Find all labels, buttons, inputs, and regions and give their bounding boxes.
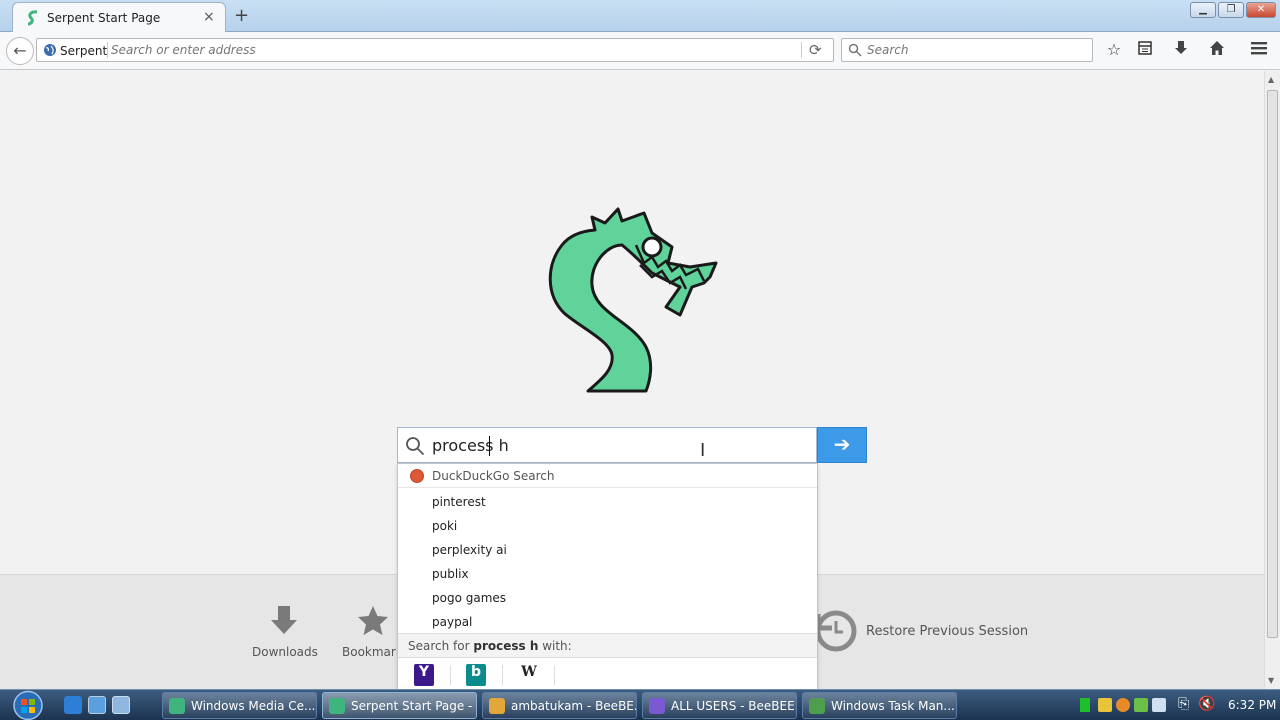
engine-divider: [554, 665, 555, 685]
downloads-launcher[interactable]: Downloads: [252, 604, 318, 659]
bookmarks-menu-icon[interactable]: [1133, 40, 1157, 62]
start-page-search-form: process h ➔: [397, 427, 867, 463]
volume-muted-icon[interactable]: 🔇: [1198, 696, 1215, 712]
restore-session-label: Restore Previous Session: [866, 624, 1029, 639]
suggestion-item[interactable]: paypal: [432, 615, 472, 629]
identity-divider: [107, 42, 108, 58]
switch-windows-icon[interactable]: [112, 696, 130, 714]
back-button[interactable]: ←: [6, 37, 34, 65]
bookmarks-launcher[interactable]: Bookmark: [342, 604, 403, 659]
taskbar-button-label: ambatukam - BeeBE...: [511, 699, 637, 713]
network-meter-icon[interactable]: [1080, 698, 1090, 712]
taskbar-button[interactable]: Windows Media Ce...: [162, 692, 317, 719]
taskbar-button-label: Windows Media Ce...: [191, 699, 316, 713]
scroll-down-arrow-icon[interactable]: ▼: [1268, 676, 1274, 685]
taskbar-button[interactable]: ambatukam - BeeBE...: [482, 692, 637, 719]
tab-strip: Serpent Start Page × + ▁ ❐ ✕: [0, 0, 1280, 33]
search-for-with-row: Search for process h with:: [398, 633, 817, 658]
search-for-term: process h: [473, 639, 539, 653]
start-page-search-input[interactable]: process h: [397, 427, 817, 463]
bookmarks-label: Bookmark: [342, 645, 403, 659]
system-tray: ⎘ 🔇 6:32 PM: [1078, 690, 1280, 720]
serpent-logo-icon: [548, 207, 718, 393]
tray-app-icon[interactable]: [1152, 698, 1166, 712]
tab-serpent-start-page[interactable]: Serpent Start Page ×: [12, 2, 226, 33]
users-app-icon: [649, 698, 665, 714]
search-for-prefix: Search for: [408, 639, 474, 653]
restore-session-icon: [815, 610, 857, 652]
taskbar-button[interactable]: Windows Task Man...: [802, 692, 957, 719]
engine-divider: [450, 665, 451, 685]
downloads-icon[interactable]: [1169, 40, 1193, 62]
serpent-favicon-icon: [27, 10, 38, 26]
new-tab-button[interactable]: +: [234, 5, 249, 26]
serpent-app-icon: [169, 698, 185, 714]
taskbar-button-label: Windows Task Man...: [831, 699, 955, 713]
taskbar-button[interactable]: ALL USERS - BeeBEE...: [642, 692, 797, 719]
address-bar[interactable]: Serpent ⟳: [36, 38, 834, 62]
site-identity-label: Serpent: [60, 44, 108, 58]
reload-icon[interactable]: ⟳: [809, 41, 822, 59]
globe-icon: [44, 44, 56, 56]
security-shield-icon[interactable]: [1116, 698, 1130, 712]
tray-app-icon[interactable]: [1098, 698, 1112, 712]
taskbar-button-label: ALL USERS - BeeBEE...: [671, 699, 797, 713]
search-icon: [406, 437, 425, 456]
search-bar[interactable]: [841, 38, 1093, 62]
show-desktop-icon[interactable]: [88, 696, 106, 714]
search-for-suffix: with:: [538, 639, 572, 653]
restore-window-button[interactable]: ❐: [1218, 2, 1244, 18]
close-window-button[interactable]: ✕: [1246, 2, 1276, 18]
text-cursor-icon: I: [700, 440, 706, 461]
suggestion-item[interactable]: publix: [432, 567, 469, 581]
taskbar-button-active[interactable]: Serpent Start Page - ...: [322, 692, 477, 719]
bookmarks-launcher-icon: [358, 606, 388, 635]
taskbar-button-label: Serpent Start Page - ...: [351, 699, 477, 713]
task-manager-app-icon: [809, 698, 825, 714]
reload-divider: [801, 42, 802, 58]
scrollbar-thumb[interactable]: [1267, 90, 1278, 638]
duckduckgo-icon: [410, 469, 424, 483]
downloads-launcher-icon: [271, 606, 297, 634]
suggestion-item[interactable]: pinterest: [432, 495, 486, 509]
suggestion-item[interactable]: pogo games: [432, 591, 506, 605]
taskbar-clock[interactable]: 6:32 PM: [1228, 698, 1276, 712]
bookmark-star-icon[interactable]: ☆: [1102, 40, 1126, 62]
minimize-button[interactable]: ▁: [1190, 2, 1216, 18]
tab-title: Serpent Start Page: [47, 11, 161, 25]
address-input[interactable]: [111, 43, 771, 57]
serpent-app-icon: [329, 698, 345, 714]
search-icon: [848, 43, 862, 57]
navigation-toolbar: ← Serpent ⟳ ☆: [0, 32, 1280, 70]
downloads-label: Downloads: [252, 645, 318, 659]
tray-app-icon[interactable]: [1134, 698, 1148, 712]
windows-taskbar: Windows Media Ce... Serpent Start Page -…: [0, 689, 1280, 720]
suggestion-item[interactable]: perplexity ai: [432, 543, 507, 557]
internet-explorer-icon[interactable]: [64, 696, 82, 714]
close-tab-icon[interactable]: ×: [203, 9, 215, 25]
hamburger-menu-icon[interactable]: [1247, 40, 1271, 62]
engine-header-label: DuckDuckGo Search: [432, 469, 555, 483]
search-query-text: process h: [432, 436, 509, 455]
restore-session-launcher[interactable]: Restore Previous Session: [812, 606, 1062, 656]
engine-divider: [502, 665, 503, 685]
scroll-up-arrow-icon[interactable]: ▲: [1268, 75, 1274, 84]
search-input[interactable]: [867, 43, 1087, 57]
text-caret: [489, 436, 490, 456]
start-button-icon[interactable]: [6, 690, 50, 720]
network-icon[interactable]: ⎘: [1178, 696, 1189, 712]
bing-engine-icon[interactable]: b: [466, 664, 486, 686]
search-submit-button[interactable]: ➔: [817, 427, 867, 463]
beebeep-app-icon: [489, 698, 505, 714]
yahoo-engine-icon[interactable]: Y: [414, 664, 434, 686]
wikipedia-engine-icon[interactable]: W: [518, 664, 540, 686]
suggestion-item[interactable]: poki: [432, 519, 457, 533]
home-icon[interactable]: [1205, 40, 1229, 62]
search-suggestions-popup: DuckDuckGo Search pinterest poki perplex…: [397, 463, 818, 690]
engine-header: DuckDuckGo Search: [398, 464, 817, 488]
